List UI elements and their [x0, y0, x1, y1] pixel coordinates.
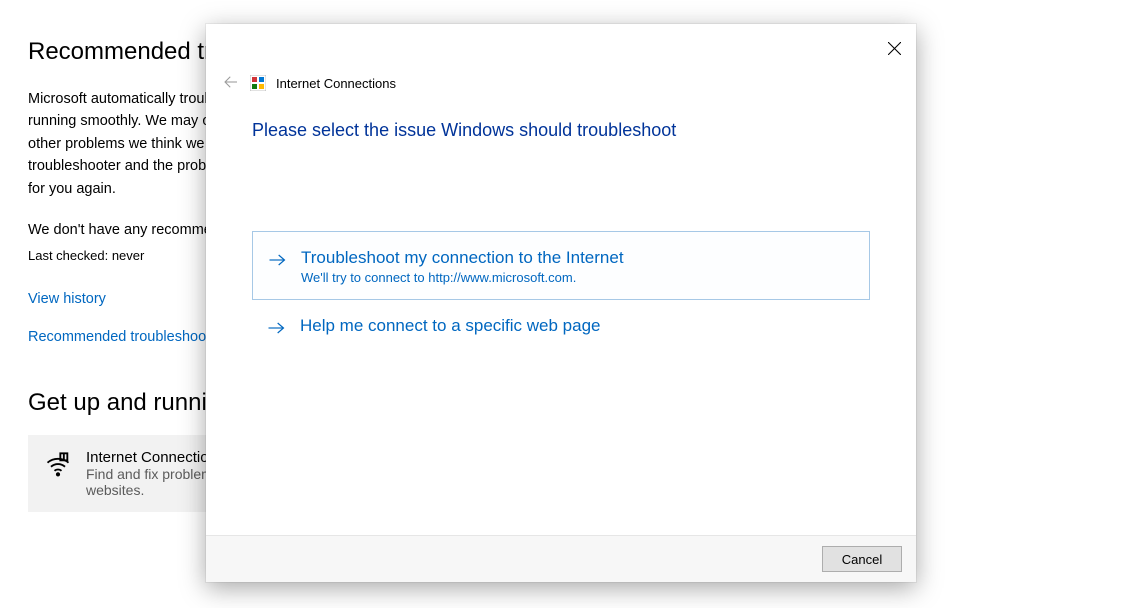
dialog-prompt: Please select the issue Windows should t…: [252, 120, 870, 141]
back-button[interactable]: [222, 74, 240, 92]
arrow-right-icon: [267, 250, 287, 270]
option-subtitle: We'll try to connect to http://www.micro…: [301, 270, 624, 285]
wifi-icon: [44, 451, 72, 479]
dialog-title: Internet Connections: [276, 76, 396, 91]
dialog-toolbar: Internet Connections: [206, 60, 916, 92]
option-title: Help me connect to a specific web page: [300, 316, 601, 336]
dialog-footer: Cancel: [206, 535, 916, 582]
close-icon: [888, 42, 901, 58]
troubleshooter-dialog: Internet Connections Please select the i…: [206, 24, 916, 582]
option-title: Troubleshoot my connection to the Intern…: [301, 248, 624, 268]
cancel-button[interactable]: Cancel: [822, 546, 902, 572]
close-button[interactable]: [880, 36, 908, 64]
back-arrow-icon: [222, 73, 240, 94]
dialog-titlebar: [206, 24, 916, 60]
option-troubleshoot-internet[interactable]: Troubleshoot my connection to the Intern…: [252, 231, 870, 300]
troubleshooter-app-icon: [250, 75, 266, 91]
dialog-body: Please select the issue Windows should t…: [206, 92, 916, 535]
arrow-right-icon: [266, 318, 286, 338]
option-specific-webpage[interactable]: Help me connect to a specific web page: [252, 300, 870, 352]
